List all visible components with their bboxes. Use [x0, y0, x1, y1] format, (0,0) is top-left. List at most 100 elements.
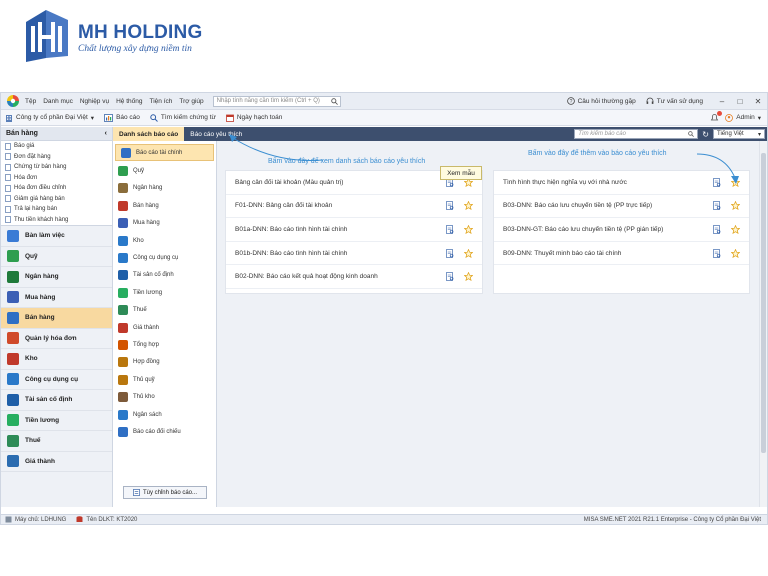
sidebar-subitem[interactable]: Báo giá — [1, 141, 112, 152]
search-icon[interactable] — [330, 97, 338, 105]
report-name[interactable]: Tình hình thực hiện nghĩa vụ với nhà nướ… — [503, 179, 712, 186]
sidebar-subitem[interactable]: Hóa đơn — [1, 173, 112, 184]
sidebar-module[interactable]: Kho — [1, 349, 112, 370]
menu-catalog[interactable]: Danh mục — [43, 98, 73, 105]
sidebar-module-label: Giá thành — [25, 457, 55, 465]
posting-date-button[interactable]: Ngày hạch toán — [225, 114, 282, 122]
menu-utilities[interactable]: Tiện ích — [150, 98, 173, 105]
sidebar-subitem[interactable]: Đơn đặt hàng — [1, 152, 112, 163]
star-icon[interactable] — [463, 248, 473, 258]
refresh-icon[interactable]: ↻ — [702, 130, 709, 139]
maximize-button[interactable]: □ — [731, 97, 749, 106]
document-icon — [5, 142, 11, 150]
search-document-button[interactable]: Tìm kiếm chứng từ — [150, 113, 216, 122]
report-category[interactable]: Thủ kho — [113, 388, 216, 405]
star-icon[interactable] — [463, 272, 473, 282]
report-category[interactable]: Mua hàng — [113, 215, 216, 232]
feature-search-input[interactable]: Nhập tính năng cần tìm kiếm (Ctrl + Q) — [212, 95, 341, 107]
report-name[interactable]: B03-DNN: Báo cáo lưu chuyển tiền tệ (PP … — [503, 202, 712, 209]
sidebar-subitem[interactable]: Giảm giá hàng bán — [1, 194, 112, 205]
report-category[interactable]: Báo cáo đối chiếu — [113, 423, 216, 440]
chevron-down-icon: ▾ — [90, 114, 95, 122]
report-row[interactable]: B01b-DNN: Báo cáo tình hình tài chính — [226, 242, 482, 266]
report-category[interactable]: Tài sản cố định — [113, 267, 216, 284]
sidebar-module[interactable]: Mua hàng — [1, 288, 112, 308]
language-select[interactable]: Tiếng Việt ▾ — [713, 129, 765, 139]
report-category-list: Báo cáo tài chính Quỹ Ngân hàng Bán hàng Mua… — [113, 141, 217, 507]
sidebar-module[interactable]: Bán hàng — [1, 308, 112, 329]
report-category[interactable]: Thuế — [113, 302, 216, 319]
sidebar-module[interactable]: Công cụ dụng cụ — [1, 370, 112, 390]
company-selector[interactable]: Công ty cổ phần Đại Việt ▾ — [5, 114, 94, 122]
sidebar-subitem[interactable]: Trả lại hàng bán — [1, 204, 112, 215]
report-category[interactable]: Hợp đồng — [113, 354, 216, 371]
status-server: Máy chủ: LDHUNG — [5, 516, 66, 523]
preview-icon[interactable] — [712, 201, 722, 211]
category-icon — [118, 270, 128, 281]
report-row[interactable]: B03-DNN-GT: Báo cáo lưu chuyển tiền tệ (… — [494, 218, 749, 242]
sidebar-module[interactable]: Giá thành — [1, 452, 112, 472]
report-button[interactable]: Báo cáo — [104, 113, 140, 122]
preview-icon[interactable] — [445, 248, 455, 258]
preview-icon[interactable] — [712, 225, 722, 234]
menu-system[interactable]: Hệ thống — [116, 98, 142, 105]
report-name[interactable]: B02-DNN: Báo cáo kết quả hoạt động kinh … — [235, 273, 445, 280]
report-category[interactable]: Giá thành — [113, 319, 216, 336]
report-row[interactable]: B09-DNN: Thuyết minh báo cáo tài chính — [494, 242, 749, 266]
report-name[interactable]: B01a-DNN: Báo cáo tình hình tài chính — [235, 226, 445, 233]
sidebar-module[interactable]: Tài sản cố định — [1, 390, 112, 411]
report-name[interactable]: B03-DNN-GT: Báo cáo lưu chuyển tiền tệ (… — [503, 226, 712, 233]
report-category[interactable]: Tiền lương — [113, 284, 216, 301]
star-icon[interactable] — [730, 224, 740, 234]
report-category[interactable]: Quỹ — [113, 162, 216, 179]
faq-link[interactable]: ? Câu hỏi thường gặp — [566, 97, 636, 105]
star-icon[interactable] — [463, 224, 473, 234]
sidebar-module[interactable]: Bàn làm việc — [1, 226, 112, 247]
star-icon[interactable] — [463, 201, 473, 211]
minimize-button[interactable]: – — [713, 97, 731, 106]
sidebar-module[interactable]: Quản lý hóa đơn — [1, 329, 112, 349]
preview-icon[interactable] — [712, 248, 722, 258]
report-name[interactable]: F01-DNN: Bảng cân đối tài khoản — [235, 202, 445, 209]
sidebar-module[interactable]: Tiền lương — [1, 411, 112, 431]
report-category[interactable]: Công cụ dụng cụ — [113, 249, 216, 266]
user-menu[interactable]: Admin ▾ — [725, 113, 761, 122]
close-button[interactable]: ✕ — [749, 97, 767, 106]
report-row[interactable]: B02-DNN: Báo cáo kết quả hoạt động kinh … — [226, 265, 482, 289]
report-category[interactable]: Thủ quỹ — [113, 371, 216, 388]
category-icon — [118, 183, 128, 194]
sidebar-module[interactable]: Thuế — [1, 431, 112, 452]
report-category[interactable]: Báo cáo tài chính — [115, 144, 214, 162]
preview-icon[interactable] — [445, 225, 455, 234]
sidebar-subitem[interactable]: Thu tiền khách hàng — [1, 215, 112, 226]
report-category[interactable]: Bán hàng — [113, 197, 216, 214]
report-row[interactable]: B01a-DNN: Báo cáo tình hình tài chính — [226, 218, 482, 242]
menu-file[interactable]: Tệp — [25, 98, 36, 105]
star-icon[interactable] — [730, 201, 740, 211]
tab-report-list[interactable]: Danh sách báo cáo — [113, 127, 185, 141]
report-category[interactable]: Ngân hàng — [113, 180, 216, 197]
report-category[interactable]: Ngân sách — [113, 406, 216, 423]
consult-link[interactable]: Tư vấn sử dụng — [646, 97, 703, 105]
menu-operations[interactable]: Nghiệp vụ — [80, 98, 109, 105]
sidebar-module[interactable]: Quỹ — [1, 247, 112, 267]
preview-icon[interactable] — [445, 272, 455, 282]
vertical-scrollbar[interactable] — [759, 141, 767, 507]
collapse-sidebar-icon[interactable]: ‹ — [105, 130, 107, 137]
report-name[interactable]: B09-DNN: Thuyết minh báo cáo tài chính — [503, 250, 712, 257]
customize-report-button[interactable]: Tùy chỉnh báo cáo... — [123, 486, 207, 499]
sidebar-subitem[interactable]: Hóa đơn điều chỉnh — [1, 183, 112, 194]
report-category[interactable]: Kho — [113, 232, 216, 249]
sidebar-subitem[interactable]: Chứng từ bán hàng — [1, 162, 112, 173]
star-icon[interactable] — [730, 248, 740, 258]
report-name[interactable]: B01b-DNN: Báo cáo tình hình tài chính — [235, 250, 445, 257]
user-name: Admin — [736, 114, 755, 121]
report-category[interactable]: Tổng hợp — [113, 336, 216, 353]
preview-icon[interactable] — [445, 201, 455, 211]
menu-help[interactable]: Trợ giúp — [179, 98, 203, 105]
notification-icon[interactable] — [710, 111, 723, 122]
report-row[interactable]: B03-DNN: Báo cáo lưu chuyển tiền tệ (PP … — [494, 195, 749, 219]
report-search-input[interactable]: Tìm kiếm báo cáo — [574, 129, 699, 139]
report-row[interactable]: F01-DNN: Bảng cân đối tài khoản — [226, 195, 482, 219]
sidebar-module[interactable]: Ngân hàng — [1, 267, 112, 288]
